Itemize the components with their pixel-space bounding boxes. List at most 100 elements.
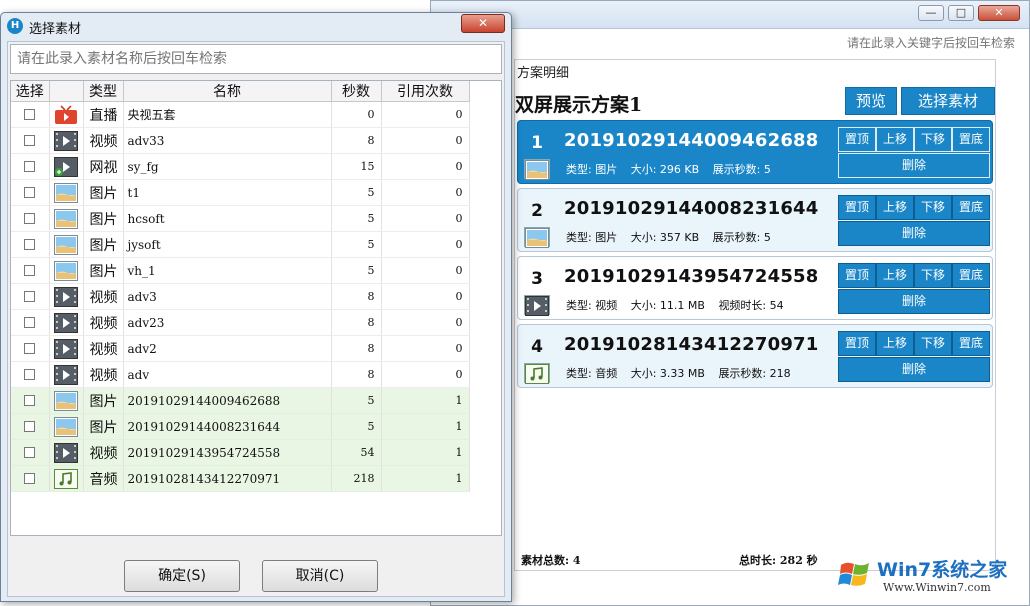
row-seconds: 5 — [331, 388, 381, 414]
plan-item-card[interactable]: 1 20191029144009462688 类型: 图片 大小: 296 KB… — [517, 120, 993, 184]
row-select-cell — [11, 362, 49, 388]
table-row[interactable]: 图片 jysoft 5 0 — [11, 232, 469, 258]
video-icon — [54, 365, 78, 385]
table-row[interactable]: 网视 sy_fg 15 0 — [11, 154, 469, 180]
move-up-button[interactable]: 上移 — [876, 195, 914, 220]
row-checkbox[interactable] — [24, 343, 35, 354]
plan-item-card[interactable]: 4 20191028143412270971 类型: 音频 大小: 3.33 M… — [517, 324, 993, 388]
dialog-close-button[interactable]: ✕ — [461, 14, 505, 33]
row-select-cell — [11, 102, 49, 128]
row-name: 20191028143412270971 — [123, 466, 331, 492]
video-icon — [54, 287, 78, 307]
move-top-button[interactable]: 置顶 — [838, 195, 876, 220]
plan-item-number: 2 — [526, 201, 548, 221]
row-checkbox[interactable] — [24, 447, 35, 458]
preview-button[interactable]: 预览 — [845, 87, 897, 115]
column-header-select[interactable]: 选择 — [11, 81, 49, 102]
row-checkbox[interactable] — [24, 395, 35, 406]
plan-item-card[interactable]: 3 20191029143954724558 类型: 视频 大小: 11.1 M… — [517, 256, 993, 320]
row-checkbox[interactable] — [24, 369, 35, 380]
row-checkbox[interactable] — [24, 291, 35, 302]
plan-item-number: 3 — [526, 269, 548, 289]
move-bottom-button[interactable]: 置底 — [952, 263, 990, 288]
row-checkbox[interactable] — [24, 213, 35, 224]
plan-item-size: 大小: 296 KB — [631, 163, 699, 176]
column-header-name[interactable]: 名称 — [123, 81, 331, 102]
row-checkbox[interactable] — [24, 161, 35, 172]
keyword-search-input[interactable] — [511, 33, 1021, 53]
row-name: adv3 — [123, 284, 331, 310]
move-down-button[interactable]: 下移 — [914, 195, 952, 220]
table-row[interactable]: 视频 adv2 8 0 — [11, 336, 469, 362]
table-row[interactable]: 直播 央视五套 0 0 — [11, 102, 469, 128]
row-checkbox[interactable] — [24, 239, 35, 250]
move-top-button[interactable]: 置顶 — [838, 331, 876, 356]
column-header-icon[interactable] — [49, 81, 83, 102]
row-type: 视频 — [83, 128, 123, 154]
delete-button[interactable]: 删除 — [838, 357, 990, 382]
column-header-refs[interactable]: 引用次数 — [381, 81, 469, 102]
delete-button[interactable]: 删除 — [838, 221, 990, 246]
row-name: 央视五套 — [123, 102, 331, 128]
audio-icon — [54, 469, 78, 489]
table-row[interactable]: 图片 hcsoft 5 0 — [11, 206, 469, 232]
move-bottom-button[interactable]: 置底 — [952, 331, 990, 356]
row-type: 视频 — [83, 336, 123, 362]
move-bottom-button[interactable]: 置底 — [952, 195, 990, 220]
table-row[interactable]: 视频 adv 8 0 — [11, 362, 469, 388]
move-down-button[interactable]: 下移 — [914, 263, 952, 288]
delete-button[interactable]: 删除 — [838, 289, 990, 314]
move-down-button[interactable]: 下移 — [914, 331, 952, 356]
row-checkbox[interactable] — [24, 109, 35, 120]
delete-button[interactable]: 删除 — [838, 153, 990, 178]
ok-button[interactable]: 确定(S) — [124, 560, 240, 592]
move-top-button[interactable]: 置顶 — [838, 263, 876, 288]
move-up-button[interactable]: 上移 — [876, 331, 914, 356]
move-top-button[interactable]: 置顶 — [838, 127, 876, 152]
column-header-seconds[interactable]: 秒数 — [331, 81, 381, 102]
row-type: 视频 — [83, 284, 123, 310]
table-row[interactable]: 视频 adv33 8 0 — [11, 128, 469, 154]
row-checkbox[interactable] — [24, 421, 35, 432]
row-icon-cell — [49, 154, 83, 180]
row-select-cell — [11, 232, 49, 258]
move-bottom-button[interactable]: 置底 — [952, 127, 990, 152]
cancel-button[interactable]: 取消(C) — [262, 560, 378, 592]
row-seconds: 5 — [331, 414, 381, 440]
row-checkbox[interactable] — [24, 265, 35, 276]
watermark-url: Www.Winwin7.com — [883, 581, 991, 594]
select-material-button[interactable]: 选择素材 — [901, 87, 995, 115]
move-down-button[interactable]: 下移 — [914, 127, 952, 152]
plan-item-type: 类型: 音频 — [566, 367, 617, 380]
table-row[interactable]: 图片 20191029144008231644 5 1 — [11, 414, 469, 440]
row-type: 音频 — [83, 466, 123, 492]
move-up-button[interactable]: 上移 — [876, 263, 914, 288]
main-titlebar: — □ ✕ — [431, 1, 1029, 29]
row-icon-cell — [49, 206, 83, 232]
picture-icon — [524, 227, 550, 247]
row-refs: 1 — [381, 388, 469, 414]
row-checkbox[interactable] — [24, 473, 35, 484]
plan-item-actions: 置顶 上移 下移 置底 删除 — [838, 195, 990, 249]
move-up-button[interactable]: 上移 — [876, 127, 914, 152]
row-checkbox[interactable] — [24, 135, 35, 146]
table-row[interactable]: 图片 20191029144009462688 5 1 — [11, 388, 469, 414]
row-checkbox[interactable] — [24, 317, 35, 328]
web-video-icon — [54, 157, 78, 177]
table-row[interactable]: 视频 adv23 8 0 — [11, 310, 469, 336]
minimize-button[interactable]: — — [918, 5, 944, 21]
table-row[interactable]: 视频 20191029143954724558 54 1 — [11, 440, 469, 466]
table-row[interactable]: 图片 t1 5 0 — [11, 180, 469, 206]
table-row[interactable]: 图片 vh_1 5 0 — [11, 258, 469, 284]
row-seconds: 218 — [331, 466, 381, 492]
maximize-button[interactable]: □ — [948, 5, 974, 21]
table-row[interactable]: 音频 20191028143412270971 218 1 — [11, 466, 469, 492]
material-search-input[interactable] — [10, 44, 502, 74]
table-row[interactable]: 视频 adv3 8 0 — [11, 284, 469, 310]
plan-item-card[interactable]: 2 20191029144008231644 类型: 图片 大小: 357 KB… — [517, 188, 993, 252]
row-name: t1 — [123, 180, 331, 206]
row-type: 图片 — [83, 258, 123, 284]
column-header-type[interactable]: 类型 — [83, 81, 123, 102]
close-button[interactable]: ✕ — [978, 5, 1020, 21]
row-checkbox[interactable] — [24, 187, 35, 198]
